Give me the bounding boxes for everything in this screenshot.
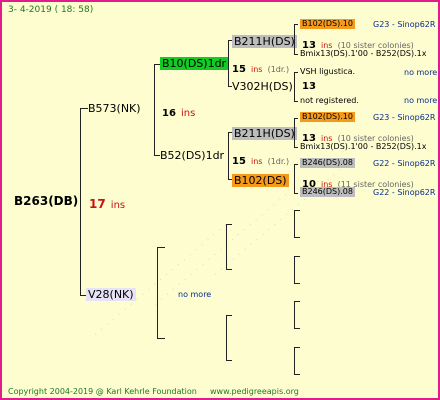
connector xyxy=(294,256,300,257)
sire-id[interactable]: B573(NK) xyxy=(88,103,141,114)
connector xyxy=(294,193,298,194)
connector xyxy=(80,108,81,296)
connector xyxy=(294,347,300,348)
connector xyxy=(228,132,229,180)
report-date: 3- 4-2019 ( 18: 58) xyxy=(8,5,94,15)
gen4-g2-more: no more xyxy=(404,68,438,77)
gen3-d-id[interactable]: B102(DS) xyxy=(232,174,289,187)
connector xyxy=(294,374,300,375)
connector xyxy=(294,210,295,238)
connector xyxy=(294,301,295,329)
connector xyxy=(294,210,300,211)
gen4-g2-id[interactable]: VSH ligustica. xyxy=(300,68,355,76)
gen2-b-ins: 15 ins (1dr.) xyxy=(232,151,289,167)
gen2-a-id[interactable]: B10(DS)1dr xyxy=(160,57,229,70)
gen2-b-ins-label: ins xyxy=(251,157,263,166)
connector xyxy=(294,147,298,148)
gen4-g1-mix: Bmix13(DS).1'00 - B252(DS).1x xyxy=(300,49,427,58)
gen4-g4-group2: G22 - Sinop62R xyxy=(373,188,436,197)
connector xyxy=(294,283,300,284)
footer-copyright: Copyright 2004-2019 @ Karl Kehrle Founda… xyxy=(8,387,197,396)
gen2-a-ins-count: 15 xyxy=(232,64,246,75)
connector xyxy=(226,224,232,225)
connector xyxy=(294,328,300,329)
connector xyxy=(294,24,295,55)
gen4-g4-id2[interactable]: B246(DS).08 xyxy=(300,187,355,197)
connector xyxy=(294,237,300,238)
connector xyxy=(226,360,232,361)
gen2-a-ins-label: ins xyxy=(251,65,263,74)
connector xyxy=(294,347,295,375)
gen4-g2-registered: not registered. xyxy=(300,96,359,105)
footer-site-link[interactable]: www.pedigreeapis.org xyxy=(210,388,299,396)
connector xyxy=(294,118,295,148)
gen4-g3-mix: Bmix13(DS).1'00 - B252(DS).1x xyxy=(300,142,427,151)
connector xyxy=(294,256,295,284)
gen4-g4-group: G22 - Sinop62R xyxy=(373,159,436,168)
connector xyxy=(226,224,227,270)
sire-ins-count: 16 xyxy=(162,108,176,119)
connector xyxy=(80,108,88,109)
watermark-text: · · · · · · · · · · · · · · · · · · · · … xyxy=(152,190,292,310)
gen2-a-dr: (1dr.) xyxy=(267,65,290,74)
connector xyxy=(226,269,232,270)
gen4-g3-id[interactable]: B102(DS).10 xyxy=(300,112,355,122)
connector xyxy=(294,164,295,194)
root-ins-label: ins xyxy=(110,200,126,211)
gen4-g1-id[interactable]: B102(DS).10 xyxy=(300,19,355,29)
pedigree-panel: · · · · · · · · · · · · · · · · · · · · … xyxy=(0,0,440,400)
connector xyxy=(294,101,298,102)
connector xyxy=(294,164,298,165)
connector xyxy=(294,118,298,119)
connector xyxy=(294,72,295,102)
sire-ins: 16 ins xyxy=(162,103,195,119)
gen4-g3-group: G23 - Sinop62R xyxy=(373,113,436,122)
gen2-b-id[interactable]: B52(DS)1dr xyxy=(160,150,224,161)
watermark-text: · · · · · · · · · · · · · · · · · · · · … xyxy=(92,220,232,340)
connector xyxy=(226,315,227,361)
root-ins-count: 17 xyxy=(89,197,106,211)
connector xyxy=(157,338,165,339)
connector xyxy=(226,315,232,316)
sire-ins-label: ins xyxy=(181,108,196,119)
connector xyxy=(157,247,158,339)
gen3-c-id[interactable]: B211H(DS) xyxy=(232,127,297,140)
gen2-b-ins-count: 15 xyxy=(232,156,246,167)
dam-no-more: no more xyxy=(178,290,212,299)
connector xyxy=(294,54,298,55)
connector xyxy=(157,247,165,248)
gen2-a-ins: 15 ins (1dr.) xyxy=(232,59,289,75)
gen3-b-id[interactable]: V302H(DS) xyxy=(232,81,293,92)
connector xyxy=(228,40,229,87)
connector xyxy=(294,301,300,302)
connector xyxy=(154,64,155,156)
connector xyxy=(294,24,298,25)
gen4-g4-id[interactable]: B246(DS).08 xyxy=(300,158,355,168)
gen4-g2-more2: no more xyxy=(404,96,438,105)
gen4-g1-group: G23 - Sinop62R xyxy=(373,20,436,29)
gen3-a-id[interactable]: B211H(DS) xyxy=(232,35,297,48)
gen4-g2-count: 13 xyxy=(302,81,316,92)
dam-id[interactable]: V28(NK) xyxy=(86,288,136,301)
root-ins: 17 ins xyxy=(89,195,125,211)
gen2-b-dr: (1dr.) xyxy=(267,157,290,166)
root-id[interactable]: B263(DB) xyxy=(14,195,78,207)
connector xyxy=(294,72,298,73)
